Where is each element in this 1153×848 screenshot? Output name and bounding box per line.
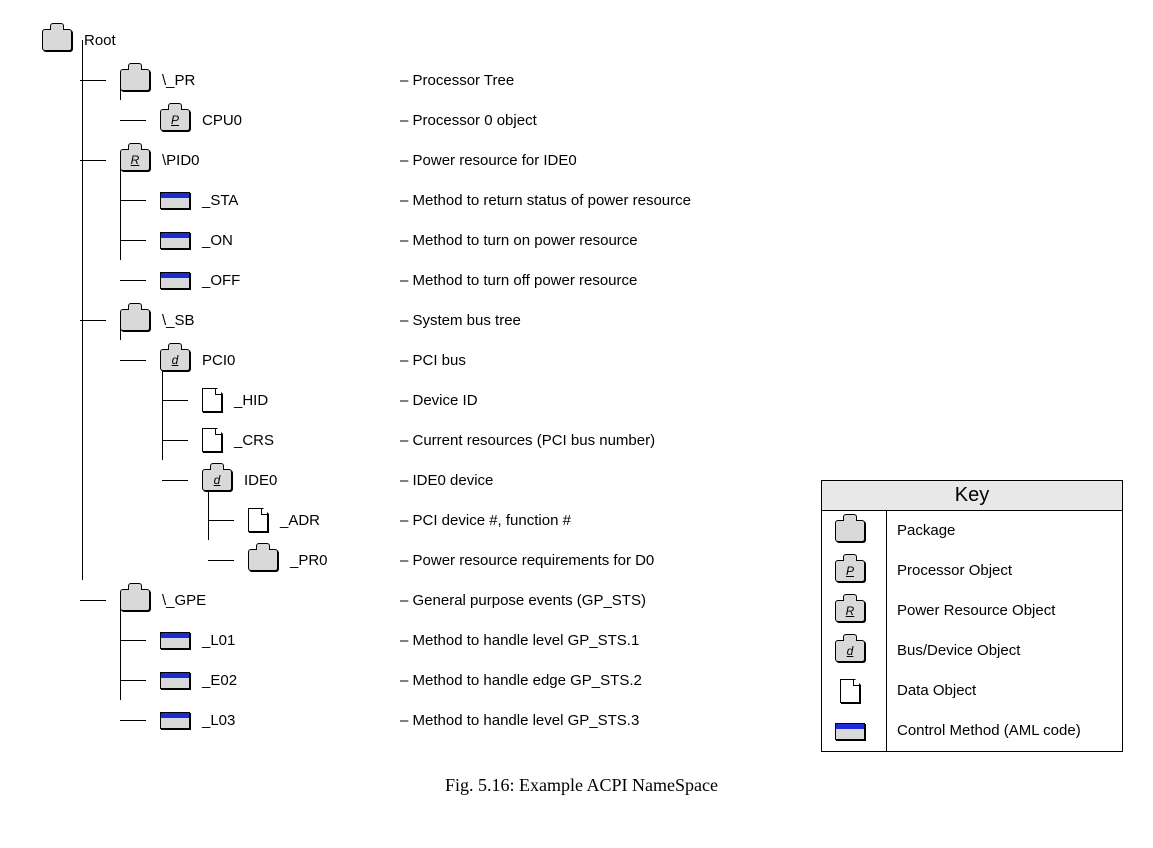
legend-label: Data Object — [887, 683, 1122, 700]
tree-node-pid0: \PID0 – Power resource for IDE0 — [20, 140, 1143, 180]
legend-row-package: Package — [822, 511, 1122, 551]
processor-object-icon — [835, 560, 865, 582]
node-label: \_SB — [162, 312, 195, 329]
node-label: _OFF — [202, 272, 240, 289]
tree-node-off: _OFF – Method to turn off power resource — [20, 260, 1143, 300]
node-label: \PID0 — [162, 152, 200, 169]
control-method-icon — [160, 632, 190, 649]
control-method-icon — [835, 723, 865, 740]
control-method-icon — [160, 712, 190, 729]
tree-node-cpu0: CPU0 – Processor 0 object — [20, 100, 1143, 140]
node-description: – Method to return status of power resou… — [400, 192, 691, 209]
node-label: \_PR — [162, 72, 195, 89]
legend-label: Processor Object — [887, 563, 1122, 580]
legend-label: Control Method (AML code) — [887, 723, 1122, 740]
tree-node-sb: \_SB – System bus tree — [20, 300, 1143, 340]
package-icon — [120, 589, 150, 611]
tree-node-sta: _STA – Method to return status of power … — [20, 180, 1143, 220]
bus-device-object-icon — [835, 640, 865, 662]
node-label: _E02 — [202, 672, 237, 689]
bus-device-object-icon — [160, 349, 190, 371]
legend-row-data-object: Data Object — [822, 671, 1122, 711]
tree-node-crs: _CRS – Current resources (PCI bus number… — [20, 420, 1143, 460]
node-label: Root — [84, 32, 116, 49]
bus-device-object-icon — [202, 469, 232, 491]
node-label: \_GPE — [162, 592, 206, 609]
legend-label: Package — [887, 523, 1122, 540]
legend-row-processor: Processor Object — [822, 551, 1122, 591]
tree-node-on: _ON – Method to turn on power resource — [20, 220, 1143, 260]
control-method-icon — [160, 672, 190, 689]
node-description: – Method to handle edge GP_STS.2 — [400, 672, 642, 689]
node-label: _PR0 — [290, 552, 328, 569]
legend-label: Bus/Device Object — [887, 643, 1122, 660]
node-description: – Method to turn off power resource — [400, 272, 637, 289]
node-label: CPU0 — [202, 112, 242, 129]
node-label: _ADR — [280, 512, 320, 529]
node-description: – Processor 0 object — [400, 112, 537, 129]
tree-node-hid: _HID – Device ID — [20, 380, 1143, 420]
node-description: – Device ID — [400, 392, 478, 409]
node-description: – Current resources (PCI bus number) — [400, 432, 655, 449]
node-label: _ON — [202, 232, 233, 249]
package-icon — [42, 29, 72, 51]
node-description: – Power resource for IDE0 — [400, 152, 577, 169]
node-label: IDE0 — [244, 472, 277, 489]
node-label: _L01 — [202, 632, 235, 649]
node-description: – System bus tree — [400, 312, 521, 329]
control-method-icon — [160, 232, 190, 249]
package-icon — [120, 309, 150, 331]
legend-key: Key Package Processor Object Power Resou… — [821, 480, 1123, 752]
package-icon — [248, 549, 278, 571]
node-label: PCI0 — [202, 352, 235, 369]
package-icon — [835, 520, 865, 542]
legend-row-power-resource: Power Resource Object — [822, 591, 1122, 631]
control-method-icon — [160, 192, 190, 209]
node-description: – Power resource requirements for D0 — [400, 552, 654, 569]
data-object-icon — [202, 428, 222, 452]
node-description: – Processor Tree — [400, 72, 514, 89]
node-description: – Method to handle level GP_STS.3 — [400, 712, 639, 729]
node-description: – Method to handle level GP_STS.1 — [400, 632, 639, 649]
data-object-icon — [840, 679, 860, 703]
power-resource-object-icon — [835, 600, 865, 622]
control-method-icon — [160, 272, 190, 289]
package-icon — [120, 69, 150, 91]
node-description: – General purpose events (GP_STS) — [400, 592, 646, 609]
node-label: _HID — [234, 392, 268, 409]
node-label: _STA — [202, 192, 238, 209]
legend-row-bus-device: Bus/Device Object — [822, 631, 1122, 671]
tree-node-root: Root — [20, 20, 1143, 60]
node-description: – PCI bus — [400, 352, 466, 369]
node-label: _L03 — [202, 712, 235, 729]
node-description: – IDE0 device — [400, 472, 493, 489]
node-label: _CRS — [234, 432, 274, 449]
node-description: – Method to turn on power resource — [400, 232, 638, 249]
data-object-icon — [202, 388, 222, 412]
tree-node-pci0: PCI0 – PCI bus — [20, 340, 1143, 380]
tree-node-pr: \_PR – Processor Tree — [20, 60, 1143, 100]
figure-caption: Fig. 5.16: Example ACPI NameSpace — [20, 775, 1143, 796]
legend-label: Power Resource Object — [887, 603, 1122, 620]
processor-object-icon — [160, 109, 190, 131]
data-object-icon — [248, 508, 268, 532]
node-description: – PCI device #, function # — [400, 512, 571, 529]
legend-title: Key — [822, 481, 1122, 511]
legend-row-control-method: Control Method (AML code) — [822, 711, 1122, 751]
power-resource-object-icon — [120, 149, 150, 171]
